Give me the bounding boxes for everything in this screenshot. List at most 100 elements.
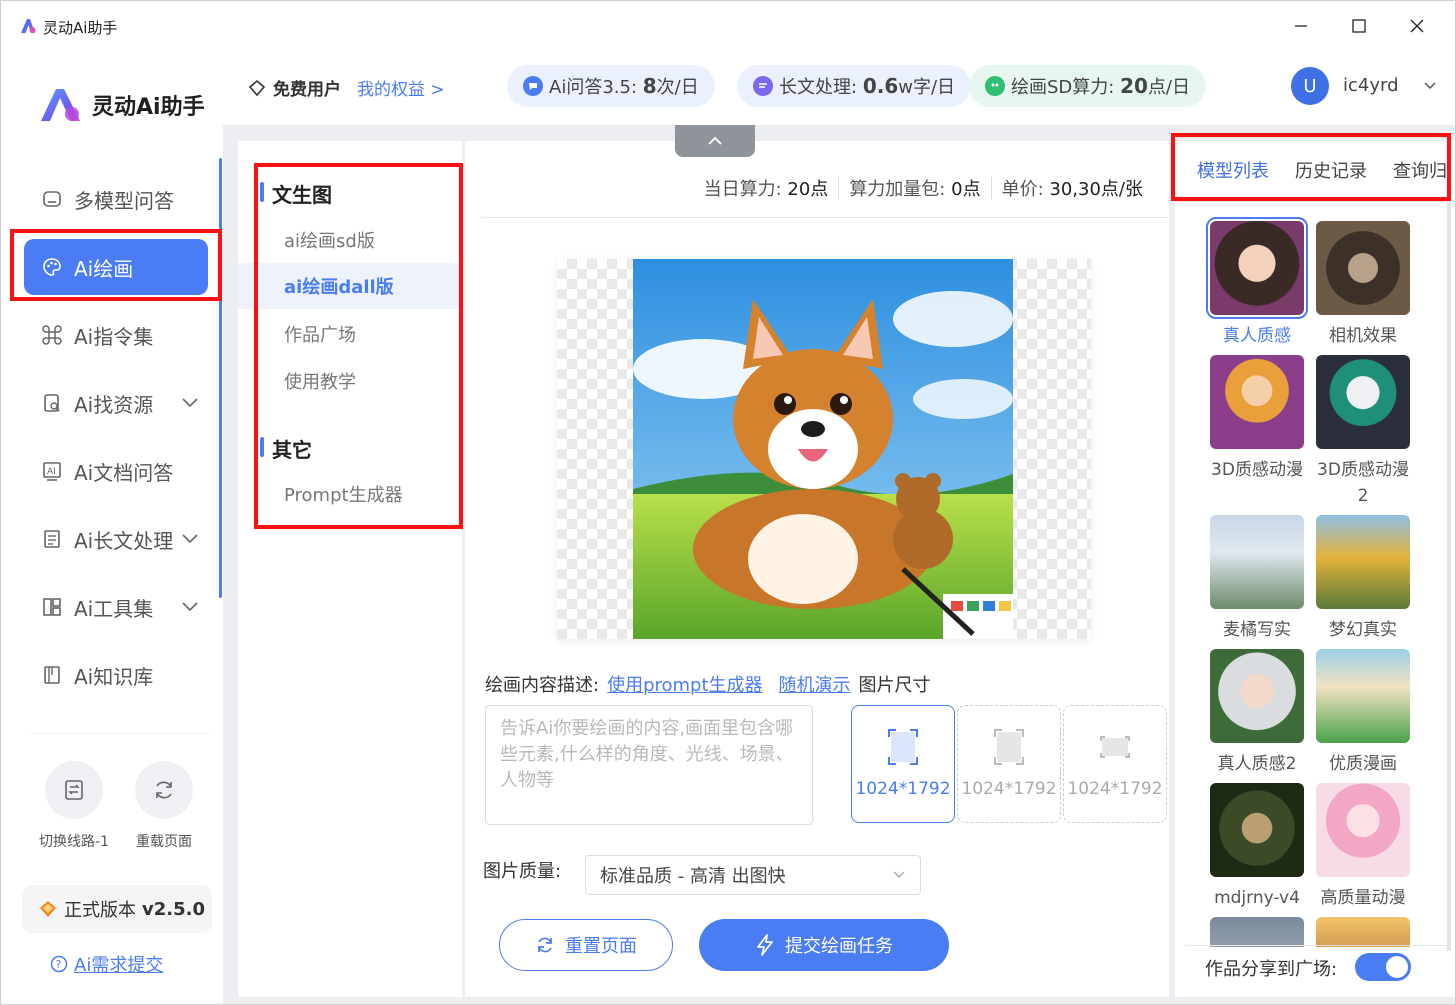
palette-quota-icon	[985, 76, 1005, 96]
model-thumbnail	[1316, 649, 1410, 743]
sidebar-item-ai-commands[interactable]: Ai指令集	[24, 307, 208, 363]
avatar[interactable]: U	[1291, 67, 1329, 105]
quality-select[interactable]: 标准品质 - 高清 出图快	[585, 855, 921, 895]
chevron-down-icon[interactable]	[1423, 79, 1437, 93]
tools-icon	[43, 598, 61, 616]
long-text-icon	[44, 530, 60, 548]
doc-qa-icon: AI	[43, 462, 61, 481]
feedback-link[interactable]: ? Ai需求提交	[50, 951, 163, 977]
svg-text:AI: AI	[47, 467, 56, 477]
model-card[interactable]: 真人质感	[1206, 217, 1308, 349]
minimize-button[interactable]	[1281, 11, 1321, 41]
search-doc-icon	[44, 394, 60, 412]
switch-route-icon	[65, 780, 83, 800]
sidebar-item-ai-painting[interactable]: Ai绘画	[24, 239, 208, 295]
maximize-button[interactable]	[1339, 11, 1379, 41]
tab-model-list[interactable]: 模型列表	[1197, 157, 1269, 183]
model-card[interactable]: 高质量动漫	[1315, 783, 1411, 911]
prompt-generator-link[interactable]: 使用prompt生成器	[607, 671, 762, 697]
submit-drawing-button[interactable]: 提交绘画任务	[699, 919, 949, 971]
sidebar-item-ai-long-text[interactable]: Ai长文处理	[24, 511, 208, 567]
version-prefix: 正式版本	[64, 900, 136, 921]
model-thumbnail	[1316, 515, 1410, 609]
prompt-input[interactable]	[485, 705, 813, 825]
reload-page-button[interactable]: 重载页面	[124, 761, 204, 851]
sidebar-item-label: Ai长文处理	[74, 528, 174, 553]
model-thumbnail	[1316, 221, 1410, 315]
model-card[interactable]: mdjrny-v4	[1209, 783, 1305, 911]
model-card[interactable]: 优质漫画	[1315, 649, 1411, 777]
sidebar-tools: 切换线路-1 重载页面	[34, 761, 204, 851]
username[interactable]: ic4yrd	[1343, 75, 1399, 96]
tab-query[interactable]: 查询归	[1393, 157, 1447, 183]
sidebar-item-multi-model-qa[interactable]: 多模型问答	[24, 171, 208, 227]
share-label: 作品分享到广场:	[1205, 959, 1338, 980]
chevron-up-icon	[708, 136, 722, 145]
sidebar-item-label: Ai工具集	[74, 596, 154, 621]
tab-history[interactable]: 历史记录	[1295, 157, 1367, 183]
subnav-group-text-to-image: 文生图	[260, 179, 332, 208]
random-demo-link[interactable]: 随机演示	[779, 671, 851, 697]
sidebar-item-ai-doc-qa[interactable]: AI Ai文档问答	[24, 443, 208, 499]
image-preview	[557, 259, 1091, 639]
version-badge: 正式版本 v2.5.0	[22, 885, 212, 933]
right-tabs: 模型列表 历史记录 查询归	[1175, 141, 1455, 199]
sidebar-item-ai-knowledge[interactable]: Ai知识库	[24, 647, 208, 703]
model-card-partial[interactable]	[1315, 917, 1411, 947]
header-bar: 免费用户 我的权益 > Ai问答3.5: 8 次/日 长文处理: 0.6 w字/日 …	[223, 53, 1455, 125]
share-toggle[interactable]	[1355, 953, 1411, 981]
chevron-down-icon	[182, 398, 198, 408]
model-card-partial[interactable]	[1209, 917, 1305, 947]
aspect-landscape-icon	[1100, 736, 1130, 758]
description-label: 绘画内容描述:	[485, 675, 600, 696]
size-option-3[interactable]: 1024*1792	[1063, 705, 1167, 823]
right-panel: 模型列表 历史记录 查询归 真人质感 相机效果 3D质感动漫 3D质感动漫2 麦…	[1175, 141, 1455, 997]
brand: 灵动Ai助手	[38, 85, 205, 125]
diamond-icon	[40, 901, 56, 917]
sidebar: 灵动Ai助手 多模型问答 Ai绘画 Ai指令集 Ai找资源 AI Ai文档问答 …	[10, 53, 222, 997]
help-circle-icon: ?	[50, 955, 68, 973]
reload-page-label: 重载页面	[136, 834, 192, 850]
subnav-item-sd[interactable]: ai绘画sd版	[238, 217, 462, 263]
right-scrollbar[interactable]	[1447, 201, 1451, 951]
size-option-portrait[interactable]: 1024*1792	[851, 705, 955, 823]
switch-route-button[interactable]: 切换线路-1	[34, 761, 114, 851]
model-card[interactable]: 相机效果	[1315, 221, 1411, 349]
model-card[interactable]: 真人质感2	[1209, 649, 1305, 777]
collapse-toggle[interactable]	[675, 125, 755, 157]
model-thumbnail	[1210, 515, 1304, 609]
subnav-item-prompt-generator[interactable]: Prompt生成器	[238, 471, 462, 517]
subnav-group-other: 其它	[260, 434, 312, 463]
model-card[interactable]: 麦橘写实	[1209, 515, 1305, 643]
model-thumbnail	[1316, 355, 1410, 449]
model-card[interactable]: 3D质感动漫	[1209, 355, 1305, 483]
model-card[interactable]: 3D质感动漫2	[1315, 355, 1411, 509]
close-icon	[1410, 19, 1424, 33]
reset-page-button[interactable]: 重置页面	[499, 919, 673, 971]
sidebar-scrollbar[interactable]	[219, 158, 222, 598]
app-logo-icon	[21, 19, 36, 33]
aspect-portrait-icon	[994, 729, 1024, 765]
size-option-2[interactable]: 1024*1792	[957, 705, 1061, 823]
my-rights-link[interactable]: 我的权益 >	[357, 75, 445, 100]
close-button[interactable]	[1397, 11, 1437, 41]
aspect-portrait-icon	[888, 729, 918, 765]
quality-label: 图片质量:	[483, 861, 562, 882]
sidebar-item-label: Ai知识库	[74, 664, 154, 689]
command-icon	[42, 325, 62, 345]
quota-pill-longtext: 长文处理: 0.6 w字/日	[737, 65, 972, 107]
brand-logo-icon	[41, 89, 80, 121]
sidebar-item-ai-resources[interactable]: Ai找资源	[24, 375, 208, 431]
lightning-icon	[757, 934, 773, 956]
subnav-item-gallery[interactable]: 作品广场	[238, 311, 462, 357]
model-thumbnail	[1316, 783, 1410, 877]
model-card[interactable]: 梦幻真实	[1315, 515, 1411, 643]
description-row: 绘画内容描述: 使用prompt生成器 随机演示 图片尺寸	[485, 671, 931, 697]
subnav-item-tutorial[interactable]: 使用教学	[238, 358, 462, 404]
longtext-quota-icon	[753, 76, 773, 96]
sidebar-item-ai-tools[interactable]: Ai工具集	[24, 579, 208, 635]
model-grid: 真人质感 相机效果 3D质感动漫 3D质感动漫2 麦橘写实 梦幻真实 真人质感2…	[1175, 203, 1455, 947]
chat-quota-icon	[523, 76, 543, 96]
subnav-item-dall[interactable]: ai绘画dall版	[238, 263, 462, 309]
brand-name: 灵动Ai助手	[92, 95, 205, 120]
